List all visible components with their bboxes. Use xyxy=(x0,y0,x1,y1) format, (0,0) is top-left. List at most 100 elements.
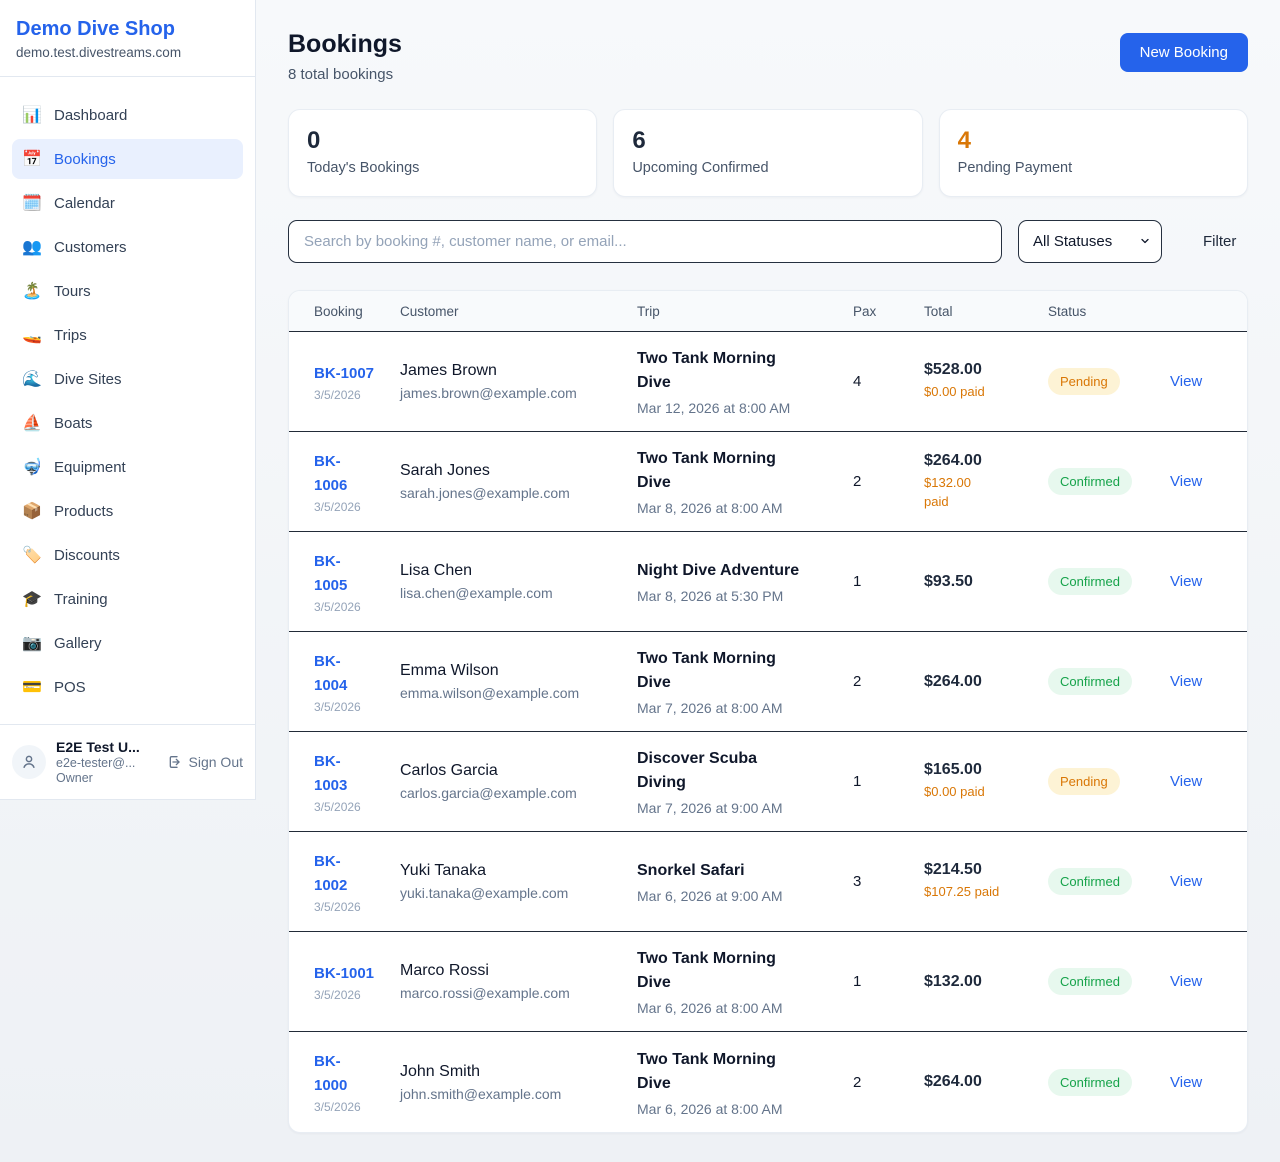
booking-date: 3/5/2026 xyxy=(314,700,392,714)
total-cell: $264.00 xyxy=(924,673,1048,691)
total-amount: $264.00 xyxy=(924,1073,1040,1091)
sidebar-item-equipment[interactable]: 🤿Equipment xyxy=(12,447,243,487)
actions-cell: View xyxy=(1170,873,1247,890)
trip-cell: Two Tank Morning Dive Mar 8, 2026 at 8:0… xyxy=(637,447,853,516)
customer-name: James Brown xyxy=(400,362,629,380)
sidebar-item-label: POS xyxy=(54,679,86,696)
booking-cell: BK- 1005 3/5/2026 xyxy=(289,550,400,614)
booking-date: 3/5/2026 xyxy=(314,1100,392,1114)
booking-id-link[interactable]: BK-1001 xyxy=(314,965,374,982)
trip-cell: Two Tank Morning Dive Mar 6, 2026 at 8:0… xyxy=(637,947,853,1016)
pax-cell: 2 xyxy=(853,473,924,490)
sidebar-item-pos[interactable]: 💳POS xyxy=(12,667,243,707)
view-link[interactable]: View xyxy=(1170,1074,1202,1091)
booking-id-link[interactable]: BK- 1000 xyxy=(314,1053,347,1094)
status-cell: Confirmed xyxy=(1048,968,1170,995)
view-link[interactable]: View xyxy=(1170,873,1202,890)
status-cell: Confirmed xyxy=(1048,468,1170,495)
view-link[interactable]: View xyxy=(1170,973,1202,990)
booking-id-link[interactable]: BK- 1004 xyxy=(314,653,347,694)
view-link[interactable]: View xyxy=(1170,373,1202,390)
column-header-trip: Trip xyxy=(637,304,853,319)
customer-email: sarah.jones@example.com xyxy=(400,485,629,501)
user-footer: E2E Test U... e2e-tester@... Owner Sign … xyxy=(0,724,255,799)
sidebar-item-trips[interactable]: 🚤Trips xyxy=(12,315,243,355)
view-link[interactable]: View xyxy=(1170,773,1202,790)
customer-cell: Sarah Jones sarah.jones@example.com xyxy=(400,462,637,501)
total-cell: $264.00 $132.00 paid xyxy=(924,452,1048,510)
sidebar-item-customers[interactable]: 👥Customers xyxy=(12,227,243,267)
trip-datetime: Mar 7, 2026 at 9:00 AM xyxy=(637,800,845,816)
booking-id-link[interactable]: BK- 1006 xyxy=(314,453,347,494)
calendar-icon: 📅 xyxy=(22,149,42,169)
trip-datetime: Mar 8, 2026 at 5:30 PM xyxy=(637,588,845,604)
filter-button[interactable]: Filter xyxy=(1195,227,1244,256)
table-header-row: Booking Customer Trip Pax Total Status xyxy=(289,291,1247,332)
sidebar-item-calendar[interactable]: 🗓️Calendar xyxy=(12,183,243,223)
view-link[interactable]: View xyxy=(1170,673,1202,690)
view-link[interactable]: View xyxy=(1170,573,1202,590)
trip-datetime: Mar 6, 2026 at 8:00 AM xyxy=(637,1101,845,1117)
sidebar-item-label: Customers xyxy=(54,239,127,256)
sidebar-item-products[interactable]: 📦Products xyxy=(12,491,243,531)
pax-cell: 4 xyxy=(853,373,924,390)
sidebar-item-boats[interactable]: ⛵Boats xyxy=(12,403,243,443)
status-badge: Confirmed xyxy=(1048,868,1132,895)
total-amount: $214.50 xyxy=(924,861,1040,879)
trip-name: Two Tank Morning Dive xyxy=(637,647,845,695)
sidebar-item-bookings[interactable]: 📅 Bookings xyxy=(12,139,243,179)
actions-cell: View xyxy=(1170,1074,1247,1091)
trip-cell: Night Dive Adventure Mar 8, 2026 at 5:30… xyxy=(637,559,853,604)
booking-id-link[interactable]: BK-1007 xyxy=(314,365,374,382)
sidebar-item-gallery[interactable]: 📷Gallery xyxy=(12,623,243,663)
sidebar-item-discounts[interactable]: 🏷️Discounts xyxy=(12,535,243,575)
customer-cell: Marco Rossi marco.rossi@example.com xyxy=(400,962,637,1001)
sign-out-button[interactable]: Sign Out xyxy=(167,754,243,770)
sidebar-nav: 📊Dashboard 📅 Bookings 🗓️Calendar 👥Custome… xyxy=(0,77,255,724)
sidebar-item-label: Trips xyxy=(54,327,87,344)
customer-email: john.smith@example.com xyxy=(400,1086,629,1102)
customer-cell: Yuki Tanaka yuki.tanaka@example.com xyxy=(400,862,637,901)
status-badge: Confirmed xyxy=(1048,568,1132,595)
sidebar-item-label: Products xyxy=(54,503,113,520)
trip-datetime: Mar 8, 2026 at 8:00 AM xyxy=(637,500,845,516)
search-input[interactable] xyxy=(288,220,1002,263)
booking-cell: BK- 1006 3/5/2026 xyxy=(289,450,400,514)
trip-datetime: Mar 12, 2026 at 8:00 AM xyxy=(637,400,845,416)
stat-label: Today's Bookings xyxy=(307,160,578,176)
table-row: BK- 1005 3/5/2026 Lisa Chen lisa.chen@ex… xyxy=(289,532,1247,632)
trip-datetime: Mar 7, 2026 at 8:00 AM xyxy=(637,700,845,716)
spiral-calendar-icon: 🗓️ xyxy=(22,193,42,213)
brand-header: Demo Dive Shop demo.test.divestreams.com xyxy=(0,0,255,77)
sidebar-item-label: Bookings xyxy=(54,151,116,168)
page-title-block: Bookings 8 total bookings xyxy=(288,30,402,83)
sidebar-item-dashboard[interactable]: 📊Dashboard xyxy=(12,95,243,135)
sidebar-item-dive-sites[interactable]: 🌊Dive Sites xyxy=(12,359,243,399)
new-booking-button[interactable]: New Booking xyxy=(1120,33,1248,72)
user-info: E2E Test U... e2e-tester@... Owner xyxy=(56,739,157,785)
diving-mask-icon: 🤿 xyxy=(22,457,42,477)
status-cell: Confirmed xyxy=(1048,1069,1170,1096)
stat-value: 0 xyxy=(307,127,578,155)
sidebar-item-training[interactable]: 🎓Training xyxy=(12,579,243,619)
total-amount: $264.00 xyxy=(924,452,1040,470)
avatar xyxy=(12,745,46,779)
booking-id-link[interactable]: BK- 1005 xyxy=(314,553,347,594)
status-cell: Pending xyxy=(1048,368,1170,395)
trip-name: Snorkel Safari xyxy=(637,859,845,883)
customer-email: marco.rossi@example.com xyxy=(400,985,629,1001)
view-link[interactable]: View xyxy=(1170,473,1202,490)
customer-email: lisa.chen@example.com xyxy=(400,585,629,601)
status-filter-select[interactable]: All Statuses xyxy=(1018,220,1162,263)
island-icon: 🏝️ xyxy=(22,281,42,301)
bookings-table: Booking Customer Trip Pax Total Status B… xyxy=(288,290,1248,1133)
customer-name: Yuki Tanaka xyxy=(400,862,629,880)
sidebar-item-tours[interactable]: 🏝️Tours xyxy=(12,271,243,311)
wave-icon: 🌊 xyxy=(22,369,42,389)
booking-id-link[interactable]: BK- 1003 xyxy=(314,753,347,794)
trip-cell: Snorkel Safari Mar 6, 2026 at 9:00 AM xyxy=(637,859,853,904)
booking-cell: BK-1001 3/5/2026 xyxy=(289,962,400,1002)
booking-id-link[interactable]: BK- 1002 xyxy=(314,853,347,894)
sign-out-label: Sign Out xyxy=(189,754,243,770)
customer-cell: James Brown james.brown@example.com xyxy=(400,362,637,401)
